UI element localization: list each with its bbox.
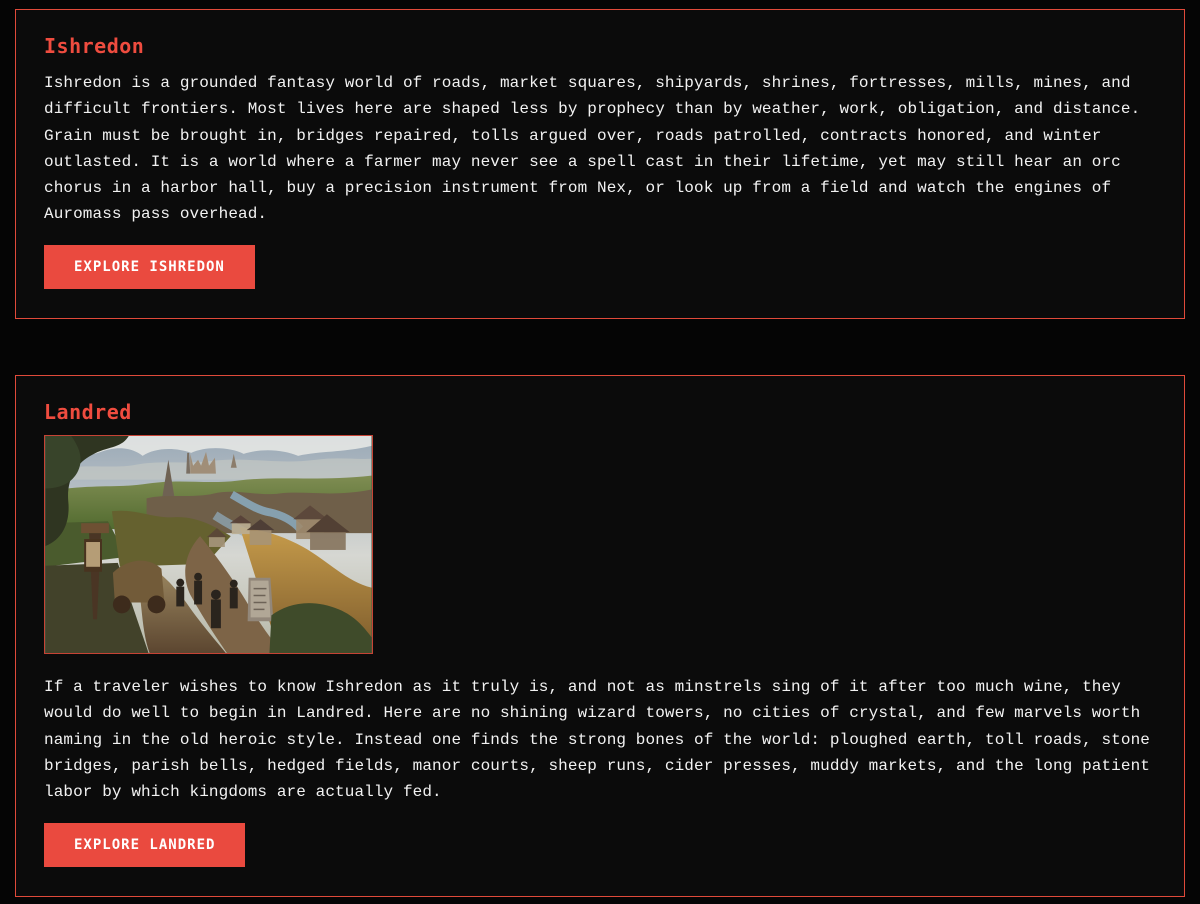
landred-panel: Landred If a traveler wishes to know Ish… [15,375,1185,897]
ishredon-title: Ishredon [44,34,145,58]
explore-ishredon-button[interactable]: EXPLORE ISHREDON [44,245,255,289]
landred-title: Landred [44,400,132,424]
ishredon-panel: Ishredon Ishredon is a grounded fantasy … [15,9,1185,319]
landred-image [44,435,373,654]
landred-description: If a traveler wishes to know Ishredon as… [44,678,1150,802]
ishredon-description: Ishredon is a grounded fantasy world of … [44,74,1141,224]
explore-landred-button[interactable]: EXPLORE LANDRED [44,823,246,867]
landred-landscape-illustration [45,436,372,653]
